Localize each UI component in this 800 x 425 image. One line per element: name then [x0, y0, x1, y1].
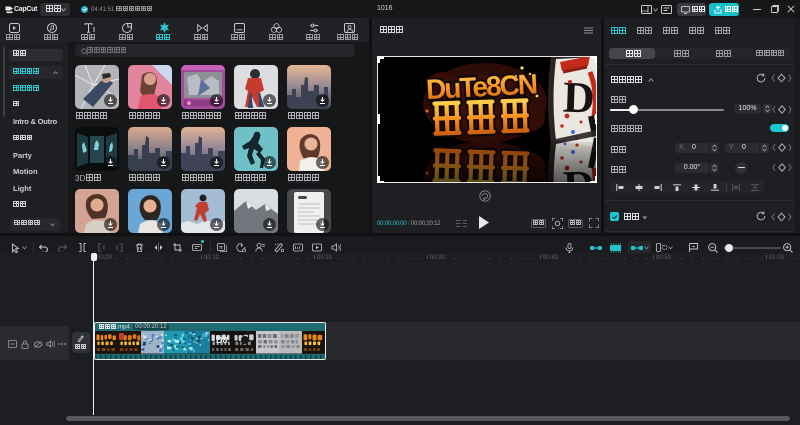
svg-text:D8: D8: [216, 335, 228, 345]
